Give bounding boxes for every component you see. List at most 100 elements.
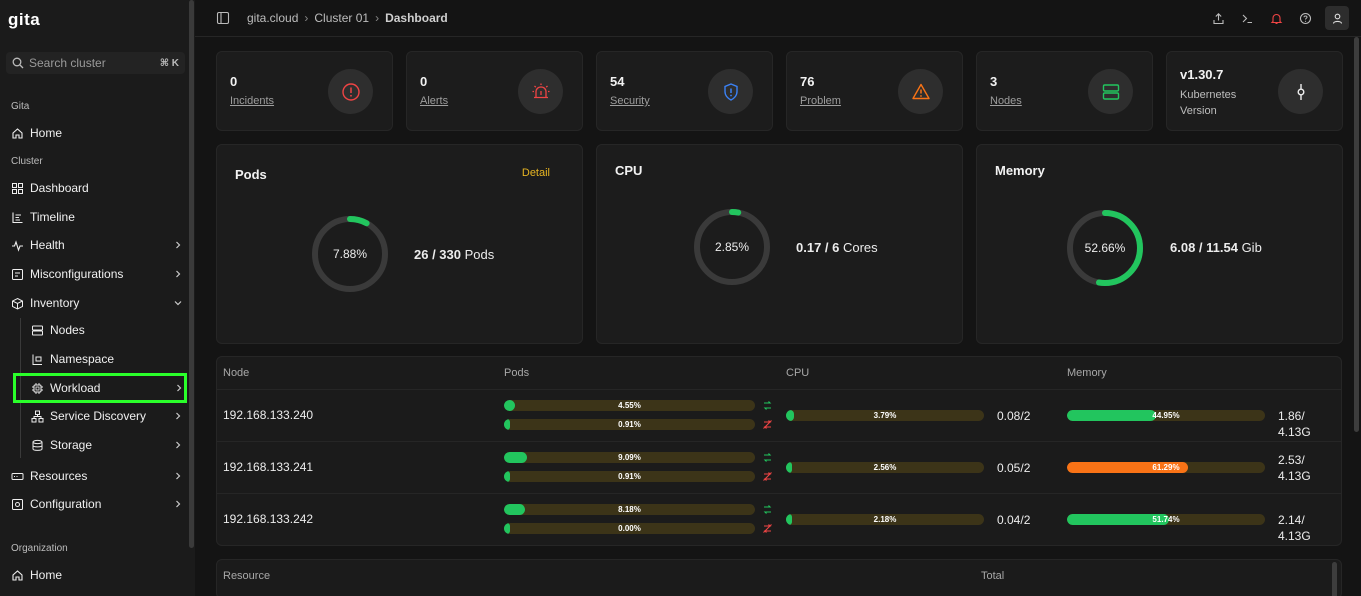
sidebar-item-home[interactable]: Home xyxy=(11,121,183,145)
sidebar-item-label: Timeline xyxy=(30,210,75,224)
node-ip[interactable]: 192.168.133.241 xyxy=(223,460,313,474)
stat-card-incidents[interactable]: 0 Incidents xyxy=(216,51,393,131)
chevron-right-icon xyxy=(177,384,182,392)
sidebar-item-label: Home xyxy=(30,568,63,582)
bar-label: 8.18% xyxy=(618,505,641,514)
sidebar-item-configuration[interactable]: Configuration xyxy=(11,492,183,516)
stat-value: 3 xyxy=(990,74,998,89)
sidebar-item-label: Storage xyxy=(50,438,93,452)
dashboard-icon xyxy=(12,182,23,194)
warning-icon xyxy=(898,69,943,114)
sidebar-item-workload[interactable]: Workload xyxy=(13,373,187,403)
shield-icon xyxy=(708,69,753,114)
sidebar-item-service-discovery[interactable]: Service Discovery xyxy=(31,404,183,428)
stat-card-alerts[interactable]: 0 Alerts xyxy=(406,51,583,131)
breadcrumb-cluster[interactable]: Cluster 01 xyxy=(314,11,369,25)
activity-icon xyxy=(12,239,23,252)
resource-table-scrollbar[interactable] xyxy=(1332,562,1337,596)
node-table: Node Pods CPU Memory 192.168.133.240 4.5… xyxy=(216,356,1342,546)
stat-link-security[interactable]: Security xyxy=(610,95,650,107)
chevron-right-icon xyxy=(176,270,181,278)
bell-icon[interactable] xyxy=(1267,9,1286,28)
chevron-right-icon xyxy=(176,441,181,449)
k8s-version-value: v1.30.7 xyxy=(1180,67,1224,82)
terminal-icon[interactable] xyxy=(1238,9,1257,28)
table-row[interactable]: 192.168.133.241 9.09% 0.91% 2.56% 0.05/2… xyxy=(217,441,1341,493)
sidebar-item-namespace[interactable]: Namespace xyxy=(31,347,183,371)
sidebar-item-label: Workload xyxy=(50,381,101,395)
pods-usage-unit: Pods xyxy=(461,247,495,262)
memory-percent: 52.66% xyxy=(1084,241,1126,255)
bar-label: 44.95% xyxy=(1152,411,1180,420)
panel-title: Pods xyxy=(235,167,267,182)
stat-link-nodes[interactable]: Nodes xyxy=(990,95,1022,107)
column-header-total: Total xyxy=(981,570,1005,582)
sidebar-item-nodes[interactable]: Nodes xyxy=(31,318,183,342)
memory-bar: 51.74% xyxy=(1067,514,1265,525)
cube-icon xyxy=(12,297,23,310)
panel-title: CPU xyxy=(615,163,643,178)
table-row[interactable]: 192.168.133.240 4.55% 0.91% 3.79% 0.08/2… xyxy=(217,389,1341,441)
search-input[interactable]: Search cluster ⌘ K xyxy=(6,52,185,74)
cpu-bar: 2.18% xyxy=(786,514,984,525)
bar-label: 0.91% xyxy=(618,420,641,429)
pods-failed-icon xyxy=(763,524,772,533)
stat-card-security[interactable]: 54 Security xyxy=(596,51,773,131)
misconfig-icon xyxy=(12,268,23,280)
app-logo[interactable]: gita xyxy=(8,10,40,30)
node-ip[interactable]: 192.168.133.242 xyxy=(223,512,313,526)
stat-link-incidents[interactable]: Incidents xyxy=(230,95,274,107)
help-icon[interactable] xyxy=(1296,9,1315,28)
breadcrumb-current: Dashboard xyxy=(385,11,448,25)
sidebar-item-dashboard[interactable]: Dashboard xyxy=(11,176,183,200)
sidebar-item-timeline[interactable]: Timeline xyxy=(11,205,183,229)
server-icon xyxy=(32,325,43,335)
sidebar-item-label: Namespace xyxy=(50,352,115,366)
upload-icon[interactable] xyxy=(1209,9,1228,28)
column-header-cpu: CPU xyxy=(786,367,810,379)
pods-failed-icon xyxy=(763,420,772,429)
pods-detail-link[interactable]: Detail xyxy=(522,167,550,179)
sidebar-item-resources[interactable]: Resources xyxy=(11,464,183,488)
breadcrumb-org[interactable]: gita.cloud xyxy=(247,11,298,25)
server-icon xyxy=(1088,69,1133,114)
sidebar-item-label: Configuration xyxy=(30,497,102,511)
stat-card-problem[interactable]: 76 Problem xyxy=(786,51,963,131)
sidebar-item-org-home[interactable]: Home xyxy=(11,563,183,587)
stat-link-problem[interactable]: Problem xyxy=(800,95,841,107)
sidebar-scrollbar[interactable] xyxy=(187,0,195,596)
chevron-right-icon xyxy=(176,412,181,420)
chevron-down-icon xyxy=(174,301,182,306)
toggle-sidebar-icon[interactable] xyxy=(216,11,230,25)
git-commit-icon xyxy=(1278,69,1323,114)
node-ip[interactable]: 192.168.133.240 xyxy=(223,408,313,422)
sidebar-item-health[interactable]: Health xyxy=(11,233,183,257)
breadcrumb-separator-icon: › xyxy=(375,11,380,25)
table-row[interactable]: 192.168.133.242 8.18% 0.00% 2.18% 0.04/2… xyxy=(217,493,1341,545)
sidebar-item-storage[interactable]: Storage xyxy=(31,433,183,457)
cpu-value: 0.08/2 xyxy=(997,409,1031,423)
chevron-right-icon xyxy=(176,500,181,508)
memory-bar: 61.29% xyxy=(1067,462,1265,473)
pods-failed-bar: 0.00% xyxy=(504,523,755,534)
memory-panel: Memory 52.66% 6.08 / 11.54 Gib xyxy=(976,144,1343,344)
panel-title: Memory xyxy=(995,163,1045,178)
settings-icon xyxy=(12,498,23,510)
incident-alert-icon xyxy=(328,69,373,114)
database-icon xyxy=(32,439,43,451)
user-avatar-icon[interactable] xyxy=(1325,6,1349,30)
timeline-icon xyxy=(12,212,23,223)
stat-card-nodes[interactable]: 3 Nodes xyxy=(976,51,1153,131)
memory-usage-value: 6.08 / 11.54 xyxy=(1170,240,1238,255)
network-icon xyxy=(31,410,44,422)
main-scrollbar[interactable] xyxy=(1352,37,1361,437)
resources-icon xyxy=(11,472,24,480)
stat-link-alerts[interactable]: Alerts xyxy=(420,95,448,107)
k8s-version-label: Kubernetes Version xyxy=(1180,89,1237,117)
cpu-usage-unit: Cores xyxy=(839,240,878,255)
pods-running-bar: 9.09% xyxy=(504,452,755,463)
sidebar-item-inventory[interactable]: Inventory xyxy=(11,291,183,315)
main-scroll-thumb[interactable] xyxy=(1354,37,1359,432)
sidebar-item-misconfigurations[interactable]: Misconfigurations xyxy=(11,262,183,286)
sidebar-scroll-thumb[interactable] xyxy=(189,0,194,548)
